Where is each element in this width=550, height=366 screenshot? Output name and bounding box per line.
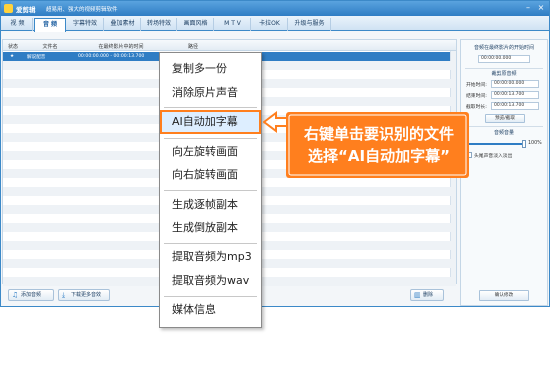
start-time-field[interactable]: 00:00:00.000 bbox=[478, 55, 530, 63]
tab-picture-style[interactable]: 画面风格 bbox=[178, 18, 214, 31]
close-button[interactable]: × bbox=[536, 3, 546, 13]
section-divider bbox=[465, 68, 543, 69]
volume-slider-fill bbox=[467, 143, 525, 145]
tab-subtitle-effects[interactable]: 字幕特效 bbox=[67, 18, 104, 31]
trim-duration-label: 截取时长: bbox=[466, 105, 487, 110]
menu-item-frame-by-frame-copy[interactable]: 生成逐帧副本 bbox=[160, 194, 261, 216]
tab-audio[interactable]: 音 频 bbox=[34, 18, 66, 32]
menu-item-ai-auto-subtitle[interactable]: AI自动加字幕 bbox=[160, 110, 261, 134]
trim-end-label: 结束时间: bbox=[466, 94, 487, 99]
download-icon: ⤓ bbox=[62, 291, 66, 299]
app-logo-icon bbox=[4, 4, 13, 13]
tab-overlay-materials[interactable]: 叠加素材 bbox=[105, 18, 141, 31]
menu-separator bbox=[164, 190, 257, 191]
app-name: 爱剪辑 bbox=[16, 6, 36, 14]
column-header-status[interactable]: 状态 bbox=[5, 43, 21, 50]
volume-slider-track[interactable] bbox=[467, 140, 526, 148]
instruction-callout: 右键单击要识别的文件 选择“AI自动加字幕” bbox=[263, 111, 471, 179]
tab-karaoke[interactable]: 卡拉OK bbox=[252, 18, 288, 31]
menu-item-rotate-right[interactable]: 向右旋转画面 bbox=[160, 164, 261, 186]
trim-duration-field: 00:00:13.700 bbox=[491, 102, 539, 110]
delete-button[interactable]: ▥ 删除 bbox=[410, 289, 444, 301]
add-audio-label: 添加音频 bbox=[21, 292, 42, 298]
menu-separator bbox=[164, 296, 257, 297]
trim-end-field[interactable]: 00:00:13.700 bbox=[491, 91, 539, 99]
callout-line-2: 选择“AI自动加字幕” bbox=[308, 147, 450, 165]
row-filename: 解说配音 bbox=[27, 54, 46, 60]
start-time-title: 音频在最终影片的开始时间 bbox=[473, 45, 534, 51]
menu-separator bbox=[164, 243, 257, 244]
download-more-label: 下载更多音效 bbox=[71, 292, 102, 298]
volume-slider-handle[interactable] bbox=[522, 140, 526, 148]
row-time: 00:00:00.000 - 00:00:13.700 bbox=[78, 53, 145, 59]
add-audio-button[interactable]: ♫ 添加音频 bbox=[8, 289, 54, 301]
music-note-icon: ♫ bbox=[12, 291, 19, 299]
menu-item-remove-original-audio[interactable]: 消除原片声音 bbox=[160, 82, 261, 104]
menu-item-extract-wav[interactable]: 提取音频为wav bbox=[160, 270, 261, 292]
section-divider bbox=[465, 126, 543, 127]
menu-item-media-info[interactable]: 媒体信息 bbox=[160, 299, 261, 321]
app-slogan: 超易用、强大的视频剪辑软件 bbox=[46, 6, 118, 13]
trim-start-field[interactable]: 00:00:00.000 bbox=[491, 80, 539, 88]
tab-mtv[interactable]: M T V bbox=[215, 18, 251, 31]
tab-transitions[interactable]: 转场特效 bbox=[142, 18, 177, 31]
trash-icon: ▥ bbox=[414, 291, 421, 299]
menu-separator bbox=[164, 138, 257, 139]
context-menu: 复制多一份 消除原片声音 AI自动加字幕 向左旋转画面 向右旋转画面 生成逐帧副… bbox=[159, 52, 262, 328]
title-bar: 爱剪辑 超易用、强大的视频剪辑软件 – × bbox=[1, 1, 549, 16]
menu-item-reverse-copy[interactable]: 生成倒放副本 bbox=[160, 217, 261, 239]
column-header-path[interactable]: 路径 bbox=[168, 43, 218, 50]
tab-video[interactable]: 视 频 bbox=[3, 18, 33, 31]
trim-start-label: 开始时间: bbox=[466, 83, 487, 88]
menu-item-duplicate[interactable]: 复制多一份 bbox=[160, 58, 261, 80]
delete-label: 删除 bbox=[423, 292, 434, 298]
callout-line-1: 右键单击要识别的文件 bbox=[303, 125, 454, 143]
column-header-time[interactable]: 在最终影片中的时间 bbox=[81, 43, 161, 50]
menu-item-rotate-left[interactable]: 向左旋转画面 bbox=[160, 141, 261, 163]
main-tab-bar: 视 频 音 频 字幕特效 叠加素材 转场特效 画面风格 M T V 卡拉OK 升… bbox=[1, 16, 549, 32]
volume-value: 100% bbox=[528, 141, 542, 146]
callout-text: 右键单击要识别的文件 选择“AI自动加字幕” bbox=[291, 123, 467, 167]
menu-item-extract-mp3[interactable]: 提取音频为mp3 bbox=[160, 246, 261, 268]
preview-trim-button[interactable]: 预览/截取 bbox=[485, 114, 525, 123]
fade-label: 头尾声音淡入淡出 bbox=[474, 154, 513, 159]
trim-audio-title: 裁剪原音频 bbox=[491, 71, 517, 77]
minimize-button[interactable]: – bbox=[523, 3, 533, 13]
confirm-change-button[interactable]: 确认修改 bbox=[479, 290, 529, 301]
status-star-icon: ★ bbox=[10, 53, 15, 59]
column-header-filename[interactable]: 文件名 bbox=[25, 43, 75, 50]
audio-settings-panel: 音频在最终影片的开始时间 00:00:00.000 裁剪原音频 开始时间: 00… bbox=[460, 39, 548, 306]
tab-upgrade-service[interactable]: 升级与服务 bbox=[289, 18, 331, 31]
volume-title: 音频音量 bbox=[493, 130, 514, 136]
table-header: 状态 文件名 在最终影片中的时间 路径 bbox=[3, 40, 456, 51]
menu-separator bbox=[164, 107, 257, 108]
download-more-sounds-button[interactable]: ⤓ 下载更多音效 bbox=[58, 289, 110, 301]
